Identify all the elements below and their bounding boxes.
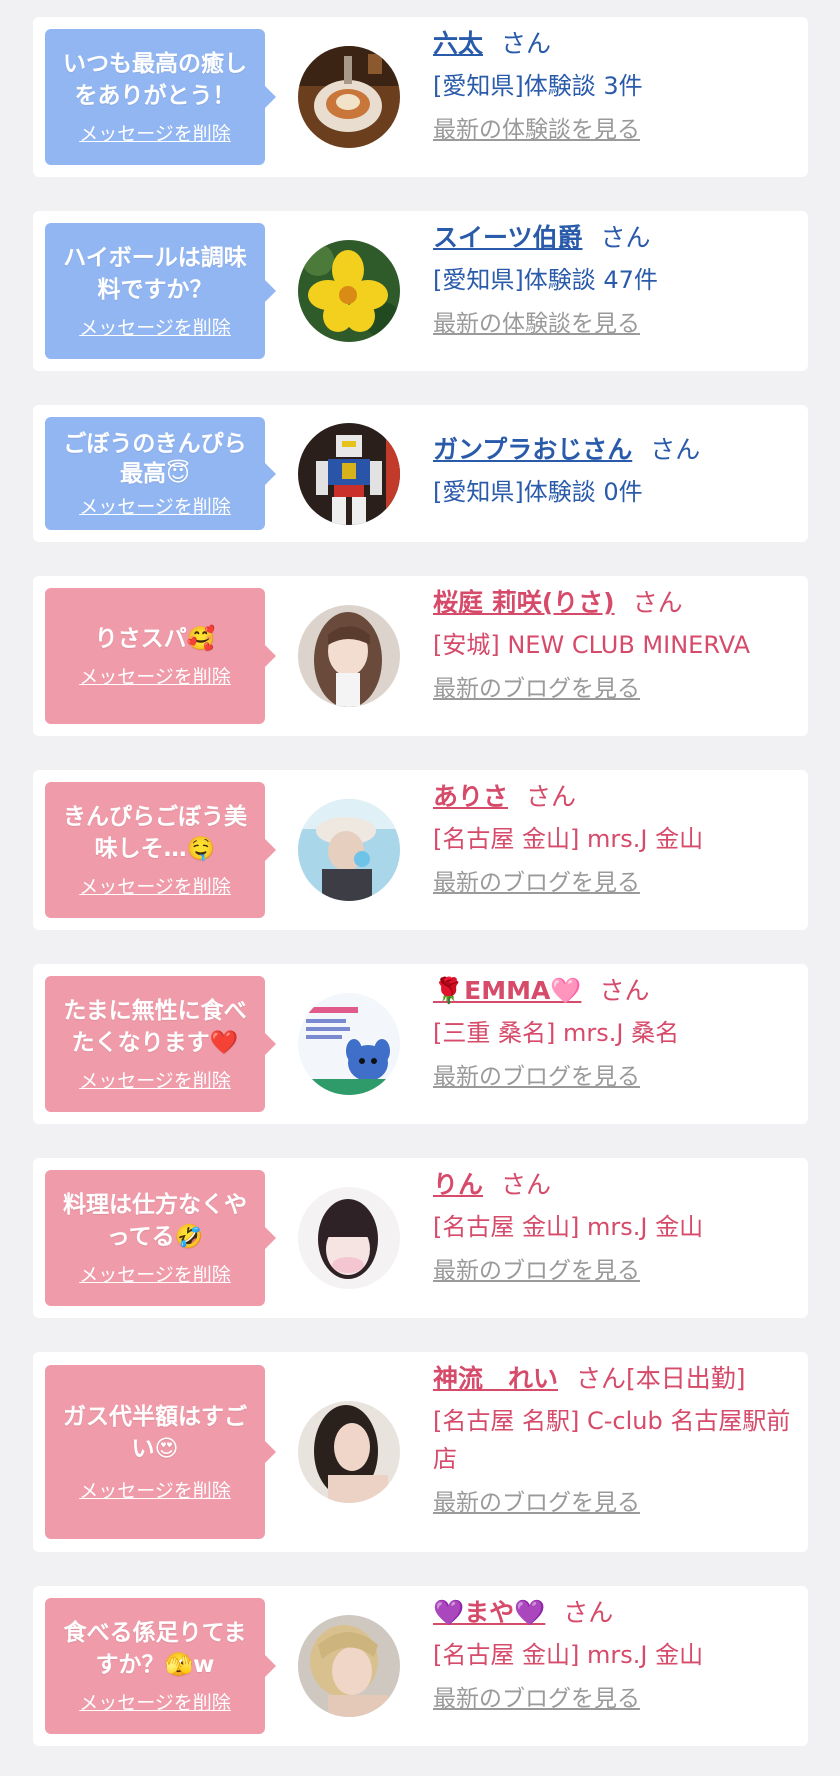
message-card: たまに無性に食べたくなります❤️ メッセージを削除 🌹EMMA🩷 さん [三重 桑… xyxy=(33,964,808,1124)
delete-message-link[interactable]: メッセージを削除 xyxy=(79,1691,231,1715)
message-card: ハイボールは調味料ですか？ メッセージを削除 スイーツ伯爵 さん [愛知県]体験談… xyxy=(33,211,808,371)
woman-cap-avatar[interactable] xyxy=(298,799,400,901)
message-bubble: 料理は仕方なくやってる🤣 メッセージを削除 xyxy=(45,1170,276,1306)
delete-message-link[interactable]: メッセージを削除 xyxy=(79,1263,231,1287)
message-text: ガス代半額はすごい😍 xyxy=(63,1404,247,1462)
user-name-link[interactable]: ガンプラおじさん xyxy=(433,435,632,464)
view-latest-link[interactable]: 最新の体験談を見る xyxy=(433,115,640,145)
user-detail: [愛知県]体験談 47件 xyxy=(433,266,658,294)
woman-blonde-avatar[interactable] xyxy=(298,1615,400,1717)
view-latest-link[interactable]: 最新のブログを見る xyxy=(433,1684,640,1714)
message-text: ハイボールは調味料ですか？ xyxy=(63,245,247,303)
message-bubble: いつも最高の癒しをありがとう！ メッセージを削除 xyxy=(45,29,276,165)
delete-message-link[interactable]: メッセージを削除 xyxy=(79,122,231,146)
message-bubble: 食べる係足りてますか？🫣w メッセージを削除 xyxy=(45,1598,276,1734)
message-bubble: りさスパ🥰 メッセージを削除 xyxy=(45,588,276,724)
food-photo-avatar[interactable] xyxy=(298,46,400,148)
user-detail: [愛知県]体験談 0件 xyxy=(433,478,643,506)
user-name-link[interactable]: りん xyxy=(433,1170,483,1199)
message-text: いつも最高の癒しをありがとう！ xyxy=(63,51,247,109)
message-bubble: ハイボールは調味料ですか？ メッセージを削除 xyxy=(45,223,276,359)
yellow-flower-avatar[interactable] xyxy=(298,240,400,342)
view-latest-link[interactable]: 最新のブログを見る xyxy=(433,1488,640,1518)
user-detail: [名古屋 名駅] C-club 名古屋駅前店 xyxy=(433,1407,791,1473)
user-detail: [愛知県]体験談 3件 xyxy=(433,72,643,100)
view-latest-link[interactable]: 最新のブログを見る xyxy=(433,1256,640,1286)
message-bubble: たまに無性に食べたくなります❤️ メッセージを削除 xyxy=(45,976,276,1112)
user-detail: [名古屋 金山] mrs.J 金山 xyxy=(433,825,704,853)
honorific: さん xyxy=(501,29,552,58)
message-card: りさスパ🥰 メッセージを削除 桜庭 莉咲(りさ) さん [安城] NEW CLUB… xyxy=(33,576,808,736)
user-name-link[interactable]: 神流 れい xyxy=(433,1364,558,1393)
delete-message-link[interactable]: メッセージを削除 xyxy=(79,495,231,519)
honorific: さん xyxy=(599,976,650,1005)
user-name-link[interactable]: 桜庭 莉咲(りさ) xyxy=(433,588,615,617)
user-detail: [名古屋 金山] mrs.J 金山 xyxy=(433,1213,704,1241)
message-text: 食べる係足りてますか？🫣w xyxy=(63,1620,247,1678)
message-bubble: ごぼうのきんぴら最高😇 メッセージを削除 xyxy=(45,417,276,530)
delete-message-link[interactable]: メッセージを削除 xyxy=(79,875,231,899)
message-text: たまに無性に食べたくなります❤️ xyxy=(63,998,247,1056)
message-card: きんぴらごぼう美味しそ…🤤 メッセージを削除 ありさ さん [名古屋 金山] mr… xyxy=(33,770,808,930)
user-detail: [安城] NEW CLUB MINERVA xyxy=(433,631,750,659)
honorific: さん[本日出勤] xyxy=(576,1364,746,1393)
woman-bangs-avatar[interactable] xyxy=(298,1187,400,1289)
honorific: さん xyxy=(526,782,577,811)
honorific: さん xyxy=(600,223,651,252)
message-text: りさスパ🥰 xyxy=(94,626,216,652)
user-name-link[interactable]: 六太 xyxy=(433,29,483,58)
woman-portrait-avatar[interactable] xyxy=(298,605,400,707)
honorific: さん xyxy=(632,588,683,617)
robot-figure-avatar[interactable] xyxy=(298,423,400,525)
message-card: 食べる係足りてますか？🫣w メッセージを削除 💜まや💜 さん [名古屋 金山] m… xyxy=(33,1586,808,1746)
view-latest-link[interactable]: 最新のブログを見る xyxy=(433,868,640,898)
view-latest-link[interactable]: 最新のブログを見る xyxy=(433,674,640,704)
message-bubble: きんぴらごぼう美味しそ…🤤 メッセージを削除 xyxy=(45,782,276,918)
delete-message-link[interactable]: メッセージを削除 xyxy=(79,665,231,689)
message-card: いつも最高の癒しをありがとう！ メッセージを削除 六太 さん [愛知県]体験談 3… xyxy=(33,17,808,177)
view-latest-link[interactable]: 最新の体験談を見る xyxy=(433,309,640,339)
delete-message-link[interactable]: メッセージを削除 xyxy=(79,316,231,340)
message-card: ごぼうのきんぴら最高😇 メッセージを削除 ガンプラおじさん さん [愛知県]体験談… xyxy=(33,405,808,542)
message-card: 料理は仕方なくやってる🤣 メッセージを削除 りん さん [名古屋 金山] mrs.… xyxy=(33,1158,808,1318)
user-name-link[interactable]: 🌹EMMA🩷 xyxy=(433,976,581,1005)
user-name-link[interactable]: ありさ xyxy=(433,782,508,811)
user-detail: [三重 桑名] mrs.J 桑名 xyxy=(433,1019,680,1047)
honorific: さん xyxy=(563,1598,614,1627)
delete-message-link[interactable]: メッセージを削除 xyxy=(79,1069,231,1093)
message-text: ごぼうのきんぴら最高😇 xyxy=(63,430,247,487)
honorific: さん xyxy=(650,435,701,464)
delete-message-link[interactable]: メッセージを削除 xyxy=(79,1479,231,1503)
message-bubble: ガス代半額はすごい😍 メッセージを削除 xyxy=(45,1365,276,1539)
woman-dark-hair-avatar[interactable] xyxy=(298,1401,400,1503)
user-name-link[interactable]: 💜まや💜 xyxy=(433,1598,545,1627)
message-card: ガス代半額はすごい😍 メッセージを削除 神流 れい さん[本日出勤] [名古屋 名… xyxy=(33,1352,808,1552)
message-text: きんぴらごぼう美味しそ…🤤 xyxy=(63,804,247,862)
view-latest-link[interactable]: 最新のブログを見る xyxy=(433,1062,640,1092)
honorific: さん xyxy=(501,1170,552,1199)
message-text: 料理は仕方なくやってる🤣 xyxy=(63,1192,247,1250)
user-name-link[interactable]: スイーツ伯爵 xyxy=(433,223,583,252)
stitch-card-avatar[interactable] xyxy=(298,993,400,1095)
user-detail: [名古屋 金山] mrs.J 金山 xyxy=(433,1641,704,1669)
